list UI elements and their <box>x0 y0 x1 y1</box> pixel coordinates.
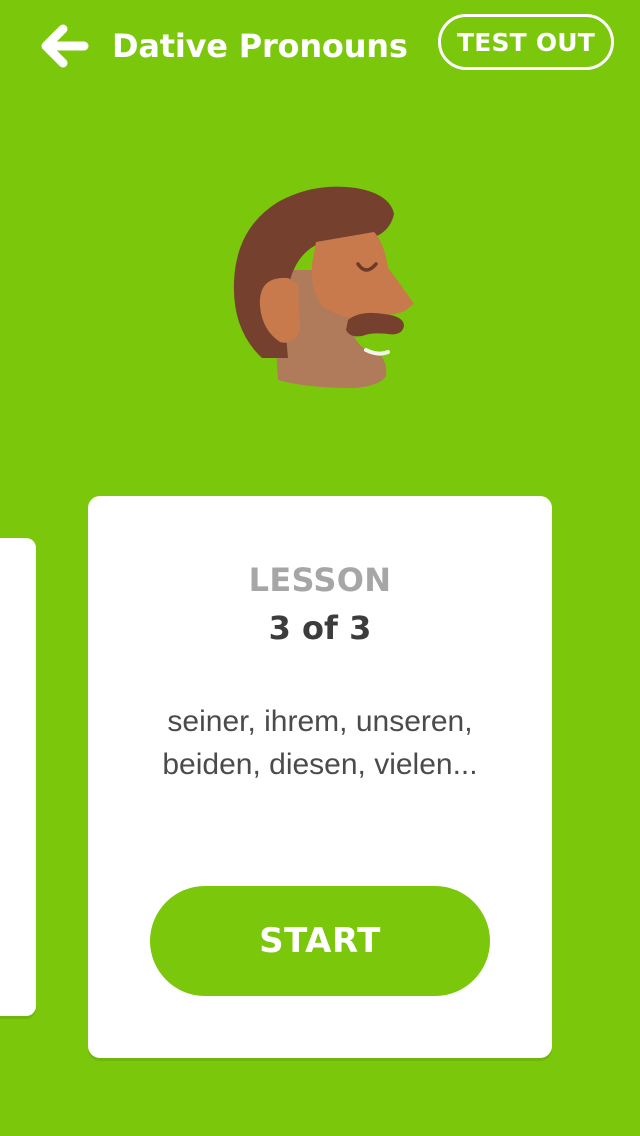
arrow-left-icon <box>41 24 89 68</box>
back-button[interactable] <box>36 20 92 72</box>
start-button[interactable]: START <box>150 886 490 996</box>
man-profile-head-icon <box>233 186 414 388</box>
lesson-words: seiner, ihrem, unseren, beiden, diesen, … <box>162 705 478 781</box>
page-title: Dative Pronouns <box>112 27 408 65</box>
lesson-progress: 3 of 3 <box>268 609 372 647</box>
header: Dative Pronouns TEST OUT <box>0 0 640 90</box>
test-out-button[interactable]: TEST OUT <box>438 14 614 70</box>
lesson-label: LESSON <box>248 561 392 599</box>
